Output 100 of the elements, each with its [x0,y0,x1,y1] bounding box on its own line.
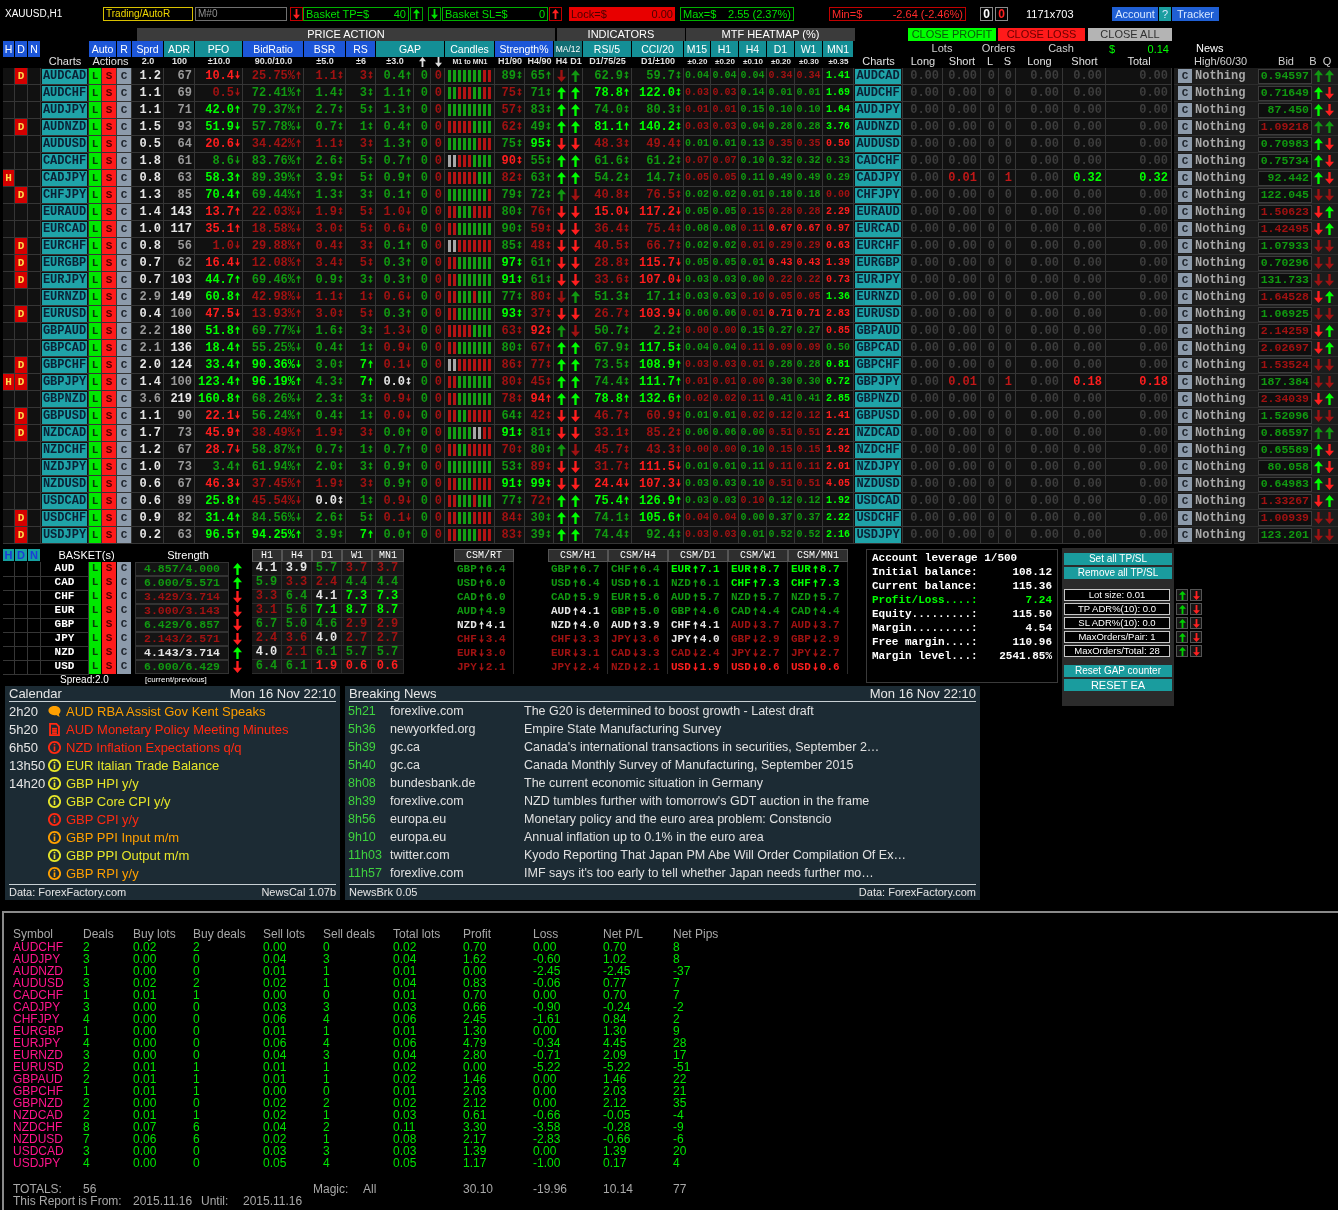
symbol-button[interactable]: GBPCHF [855,357,901,373]
close-button[interactable]: C [1178,103,1192,117]
long-button[interactable]: L [89,85,101,101]
close-button[interactable]: C [117,306,131,322]
long-button[interactable]: L [89,493,101,509]
long-button[interactable]: L [89,618,101,632]
close-button[interactable]: C [117,604,131,618]
symbol-button[interactable]: EURCHF [42,238,87,254]
short-button[interactable]: S [102,374,116,390]
set-tp-sl-button[interactable]: Set all TP/SL [1064,553,1172,565]
long-button[interactable]: L [89,374,101,390]
close-button[interactable]: C [117,527,131,543]
toolbar-button[interactable]: Account [1112,7,1158,21]
close-button[interactable]: C [1178,341,1192,355]
symbol-button[interactable]: AUDCAD [42,68,87,84]
symbol-button[interactable]: NZDCAD [42,425,87,441]
short-button[interactable]: S [102,646,116,660]
short-button[interactable]: S [102,221,116,237]
symbol-button[interactable]: AUDNZD [855,119,901,135]
symbol-button[interactable]: AUDUSD [42,136,87,152]
symbol-button[interactable]: CADCHF [42,153,87,169]
close-loss-button[interactable]: CLOSE LOSS [998,28,1085,41]
close-button[interactable]: C [117,170,131,186]
close-button[interactable]: C [117,590,131,604]
symbol-button[interactable]: USDCHF [855,510,901,526]
long-button[interactable]: L [89,255,101,271]
close-button[interactable]: C [1178,171,1192,185]
close-button[interactable]: C [117,238,131,254]
close-button[interactable]: C [117,391,131,407]
increase-button[interactable] [410,7,423,21]
close-button[interactable]: C [1178,239,1192,253]
reset-gap-button[interactable]: Reset GAP counter [1064,665,1172,677]
reset-ea-button[interactable]: RESET EA [1064,679,1172,691]
close-button[interactable]: C [1178,375,1192,389]
short-button[interactable]: S [102,632,116,646]
long-button[interactable]: L [89,102,101,118]
close-button[interactable]: C [117,68,131,84]
close-button[interactable]: C [117,374,131,390]
symbol-button[interactable]: NZDJPY [42,459,87,475]
symbol-button[interactable]: EURAUD [42,204,87,220]
short-button[interactable]: S [102,425,116,441]
close-button[interactable]: C [1178,307,1192,321]
symbol-button[interactable]: GBPUSD [42,408,87,424]
long-button[interactable]: L [89,357,101,373]
symbol-button[interactable]: USDJPY [855,527,901,543]
symbol-button[interactable]: EURNZD [42,289,87,305]
close-button[interactable]: C [117,204,131,220]
long-button[interactable]: L [89,340,101,356]
decrease-button[interactable] [1190,603,1202,615]
symbol-button[interactable]: NZDCAD [855,425,901,441]
short-button[interactable]: S [102,459,116,475]
close-button[interactable]: C [1178,154,1192,168]
symbol-button[interactable]: EURNZD [855,289,901,305]
short-button[interactable]: S [102,340,116,356]
long-button[interactable]: L [89,68,101,84]
symbol-button[interactable]: GBPNZD [855,391,901,407]
close-button[interactable]: C [117,562,131,576]
short-button[interactable]: S [102,204,116,220]
short-button[interactable]: S [102,576,116,590]
symbol-button[interactable]: NZDJPY [855,459,901,475]
long-button[interactable]: L [89,187,101,203]
close-button[interactable]: C [117,442,131,458]
close-button[interactable]: C [1178,205,1192,219]
symbol-button[interactable]: CHFJPY [855,187,901,203]
close-button[interactable]: C [1178,222,1192,236]
short-button[interactable]: S [102,604,116,618]
short-button[interactable]: S [102,238,116,254]
long-button[interactable]: L [89,660,101,674]
long-button[interactable]: L [89,459,101,475]
symbol-button[interactable]: EURJPY [42,272,87,288]
close-button[interactable]: C [1178,477,1192,491]
close-button[interactable]: C [117,646,131,660]
close-button[interactable]: C [1178,120,1192,134]
increase-button[interactable] [549,7,562,21]
long-button[interactable]: L [89,562,101,576]
close-button[interactable]: C [1178,494,1192,508]
symbol-button[interactable]: NZDUSD [42,476,87,492]
close-button[interactable]: C [1178,290,1192,304]
short-button[interactable]: S [102,289,116,305]
increase-button[interactable] [1176,631,1188,643]
long-button[interactable]: L [89,408,101,424]
short-button[interactable]: S [102,660,116,674]
short-button[interactable]: S [102,272,116,288]
long-button[interactable]: L [89,391,101,407]
long-button[interactable]: L [89,646,101,660]
close-button[interactable]: C [117,323,131,339]
symbol-button[interactable]: EURCHF [855,238,901,254]
remove-tp-sl-button[interactable]: Remove all TP/SL [1064,567,1172,579]
close-button[interactable]: C [1178,528,1192,542]
symbol-button[interactable]: USDCAD [42,493,87,509]
symbol-button[interactable]: EURAUD [855,204,901,220]
short-button[interactable]: S [102,119,116,135]
symbol-button[interactable]: GBPCAD [42,340,87,356]
close-button[interactable]: C [1178,358,1192,372]
close-button[interactable]: C [117,660,131,674]
short-button[interactable]: S [102,136,116,152]
long-button[interactable]: L [89,136,101,152]
long-button[interactable]: L [89,632,101,646]
symbol-button[interactable]: GBPUSD [855,408,901,424]
long-button[interactable]: L [89,221,101,237]
